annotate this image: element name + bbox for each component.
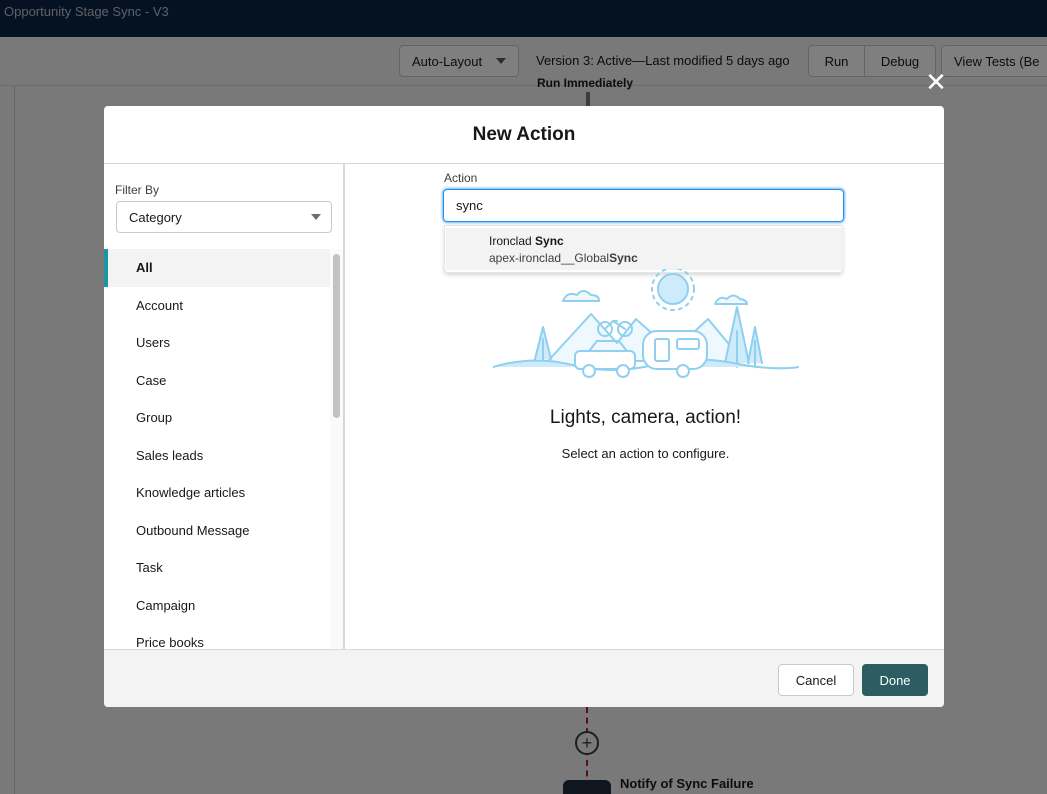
option-title: Ironclad Sync: [489, 234, 843, 249]
modal-header: New Action: [104, 106, 944, 164]
category-item-campaign[interactable]: Campaign: [104, 587, 330, 625]
option-subtitle: apex-ironclad__GlobalSync: [489, 249, 843, 267]
category-item-users[interactable]: Users: [104, 324, 330, 362]
action-result-option[interactable]: Ironclad Sync apex-ironclad__GlobalSync: [446, 228, 843, 270]
category-list: All Account Users Case Group Sales leads…: [104, 249, 330, 649]
category-item-task[interactable]: Task: [104, 549, 330, 587]
action-search-input[interactable]: [443, 189, 844, 222]
action-results-dropdown: Ironclad Sync apex-ironclad__GlobalSync: [444, 225, 843, 273]
filter-label: Filter By: [115, 183, 160, 197]
category-item-outbound-message[interactable]: Outbound Message: [104, 512, 330, 550]
action-label: Action: [444, 171, 478, 185]
option-subtitle-prefix: apex-ironclad__Global: [489, 251, 610, 265]
category-item-knowledge-articles[interactable]: Knowledge articles: [104, 474, 330, 512]
category-item-case[interactable]: Case: [104, 362, 330, 400]
option-title-match: Sync: [535, 234, 564, 248]
category-item-sales-leads[interactable]: Sales leads: [104, 437, 330, 475]
modal-title: New Action: [472, 123, 576, 145]
cancel-button[interactable]: Cancel: [778, 664, 854, 696]
category-item-all[interactable]: All: [104, 249, 330, 287]
new-action-modal: New Action Filter By Category All Accoun…: [104, 106, 944, 707]
filter-sidebar: Filter By Category All Account Users Cas…: [104, 164, 345, 649]
scrollbar-thumb[interactable]: [333, 254, 340, 418]
camper-illustration: [493, 269, 799, 378]
filter-by-select[interactable]: Category: [116, 201, 332, 233]
category-item-account[interactable]: Account: [104, 287, 330, 325]
chevron-down-icon: [311, 214, 321, 220]
empty-state-subtitle: Select an action to configure.: [561, 446, 730, 461]
action-panel: Action Ironclad Sync apex-ironclad__Glob…: [347, 164, 944, 649]
option-title-prefix: Ironclad: [489, 234, 536, 248]
close-icon[interactable]: ✕: [924, 69, 948, 95]
option-subtitle-match: Sync: [609, 251, 638, 265]
empty-state-title: Lights, camera, action!: [549, 407, 742, 428]
category-item-group[interactable]: Group: [104, 399, 330, 437]
category-item-price-books[interactable]: Price books: [104, 624, 330, 649]
done-button[interactable]: Done: [862, 664, 928, 696]
filter-select-value: Category: [129, 209, 182, 225]
modal-footer: Cancel Done: [104, 649, 944, 707]
